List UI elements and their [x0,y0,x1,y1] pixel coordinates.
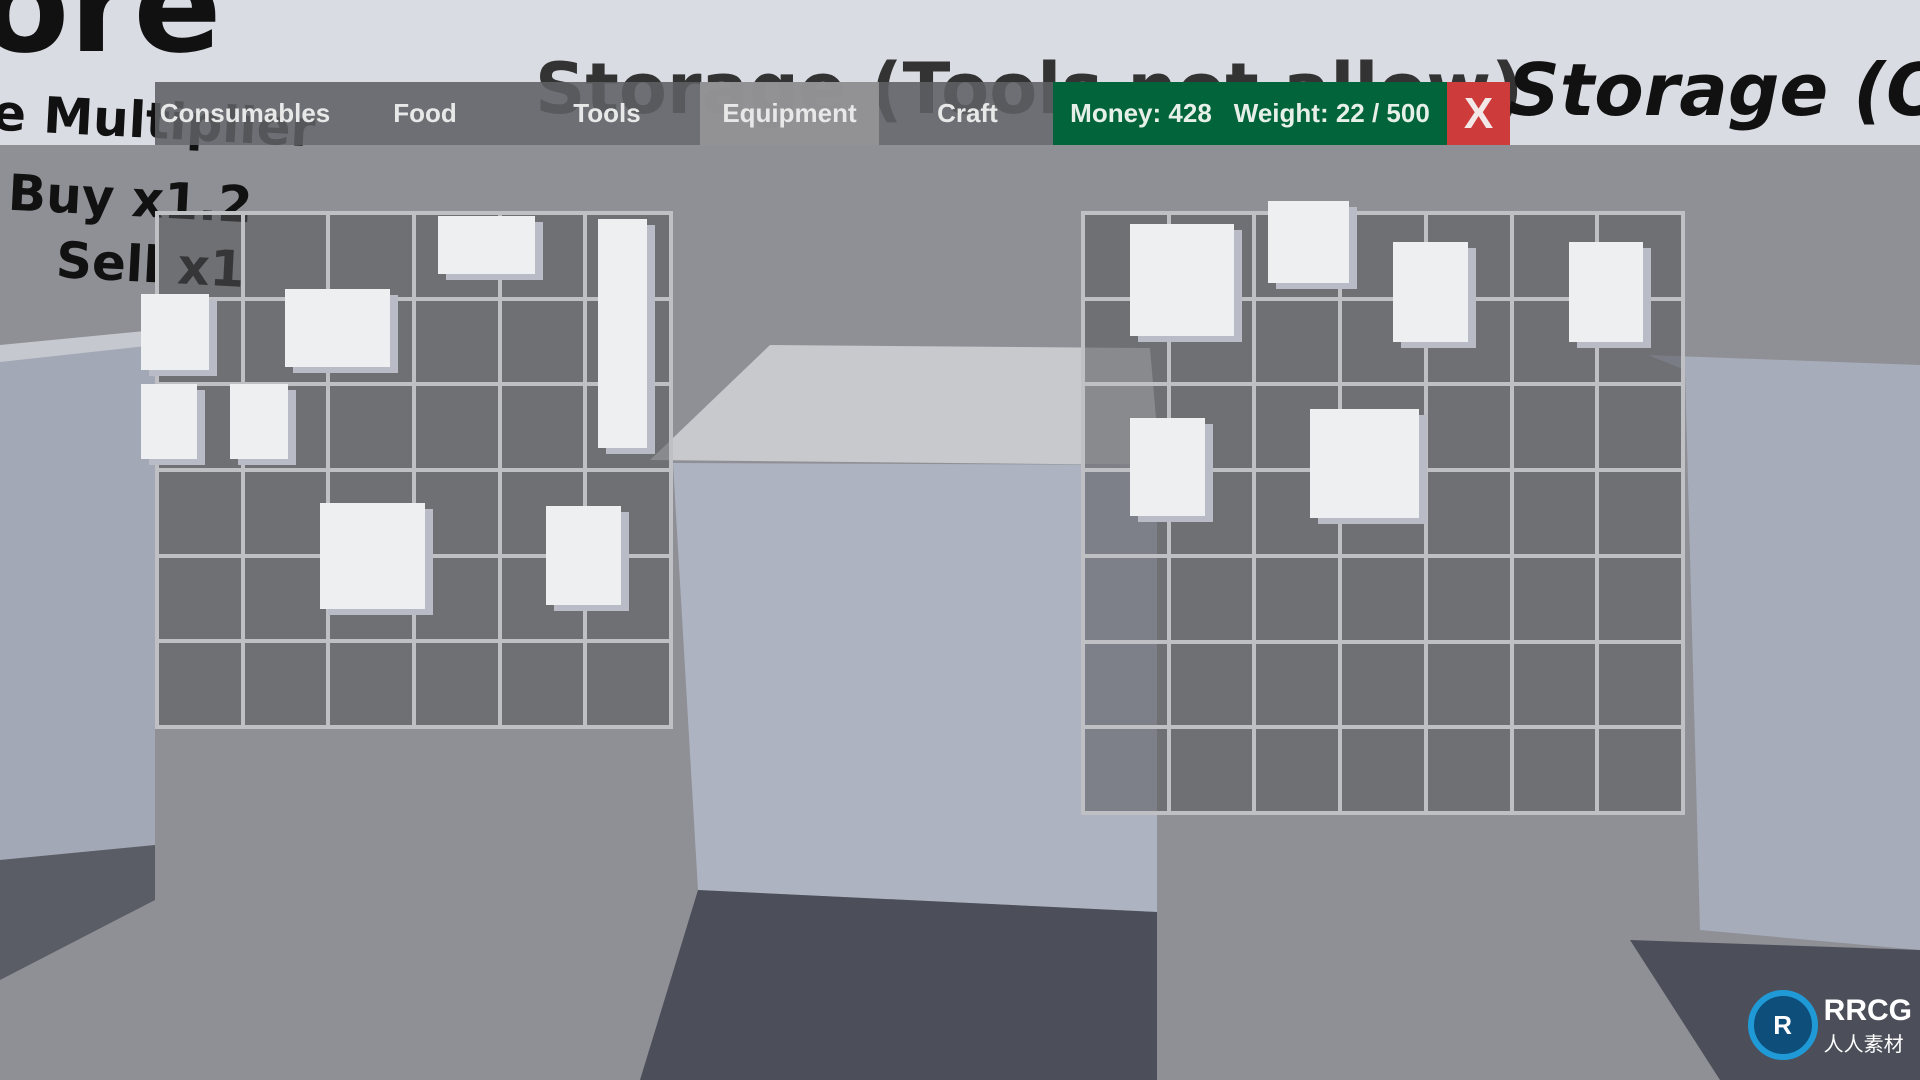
logo-text: RRCG 人人素材 [1823,993,1912,1056]
grid-slot[interactable] [1083,641,1169,728]
grid-slot[interactable] [1083,555,1169,642]
money-value: Money: 428 [1070,98,1212,128]
grid-slot[interactable] [499,384,586,470]
grid-slot[interactable] [1168,641,1255,728]
tab-label: Craft [937,98,998,128]
grid-slot[interactable] [585,641,671,727]
grid-slot[interactable] [1511,384,1598,471]
storage-right-3d-text: Storage (On [1508,48,1920,132]
storage-item[interactable] [1268,201,1349,283]
grid-slot[interactable] [1597,555,1683,642]
grid-slot[interactable] [1340,555,1426,642]
grid-slot[interactable] [1254,298,1341,385]
store-inventory-grid[interactable] [155,211,673,729]
category-tabs: Consumables Food Tools Equipment Craft [155,82,1053,145]
grid-slot[interactable] [1597,727,1683,813]
grid-slot[interactable] [157,469,243,556]
grid-slot[interactable] [1425,555,1512,642]
weight-value: Weight: 22 / 500 [1233,98,1430,128]
grid-slot[interactable] [1168,727,1255,813]
tab-food[interactable]: Food [345,82,505,145]
inventory-item[interactable] [320,503,425,609]
storage-item[interactable] [1130,224,1234,336]
storage-item[interactable] [1569,242,1643,342]
grid-slot[interactable] [328,641,414,727]
close-icon: X [1463,88,1494,138]
grid-slot[interactable] [413,298,500,385]
inventory-item[interactable] [546,506,621,605]
inventory-item[interactable] [285,289,390,367]
grid-slot[interactable] [1597,641,1683,728]
grid-slot[interactable] [1511,727,1598,813]
player-stats: Money: 428 Weight: 22 / 500 [1053,82,1447,145]
storage-item[interactable] [1310,409,1419,518]
store-top-bar: Consumables Food Tools Equipment Craft M… [155,82,1510,145]
grid-slot[interactable] [1425,470,1512,556]
grid-slot[interactable] [413,555,500,642]
grid-slot[interactable] [413,384,500,470]
grid-slot[interactable] [157,641,243,727]
grid-slot[interactable] [328,384,414,470]
tab-label: Equipment [722,98,857,128]
grid-slot[interactable] [1597,470,1683,556]
tab-equipment[interactable]: Equipment [700,82,879,145]
grid-slot[interactable] [1254,727,1341,813]
inventory-item[interactable] [438,216,535,274]
grid-slot[interactable] [242,555,329,642]
grid-slot[interactable] [1340,641,1426,728]
storage-item[interactable] [1393,242,1468,342]
grid-slot[interactable] [157,555,243,642]
grid-slot[interactable] [1511,641,1598,728]
grid-slot[interactable] [242,213,329,299]
grid-slot[interactable] [1168,555,1255,642]
grid-slot[interactable] [1254,641,1341,728]
grid-slot[interactable] [1425,641,1512,728]
grid-slot[interactable] [328,213,414,299]
grid-slot[interactable] [1340,727,1426,813]
tab-tools[interactable]: Tools [527,82,687,145]
close-button[interactable]: X [1447,82,1510,145]
grid-slot[interactable] [1254,555,1341,642]
grid-slot[interactable] [1083,727,1169,813]
inventory-item[interactable] [598,219,647,448]
grid-slot[interactable] [1511,470,1598,556]
inventory-item[interactable] [141,294,209,370]
logo-emblem: R [1747,990,1818,1060]
grid-slot[interactable] [499,298,586,385]
store-title-3d-text: ore [0,0,222,82]
tab-label: Food [393,98,457,128]
grid-slot[interactable] [413,469,500,556]
inventory-item[interactable] [230,384,288,459]
tab-label: Tools [573,98,641,128]
grid-slot[interactable] [499,641,586,727]
grid-slot[interactable] [242,469,329,556]
tab-label: Consumables [159,98,331,128]
grid-slot[interactable] [1425,727,1512,813]
grid-slot[interactable] [157,213,243,299]
watermark-logo: R RRCG 人人素材 [1747,990,1912,1060]
grid-slot[interactable] [1597,384,1683,471]
tab-craft[interactable]: Craft [890,82,1045,145]
tab-consumables[interactable]: Consumables [155,82,335,145]
grid-slot[interactable] [413,641,500,727]
storage-item[interactable] [1130,418,1205,516]
grid-slot[interactable] [1425,384,1512,471]
grid-slot[interactable] [1511,555,1598,642]
grid-slot[interactable] [242,641,329,727]
inventory-item[interactable] [141,384,197,459]
